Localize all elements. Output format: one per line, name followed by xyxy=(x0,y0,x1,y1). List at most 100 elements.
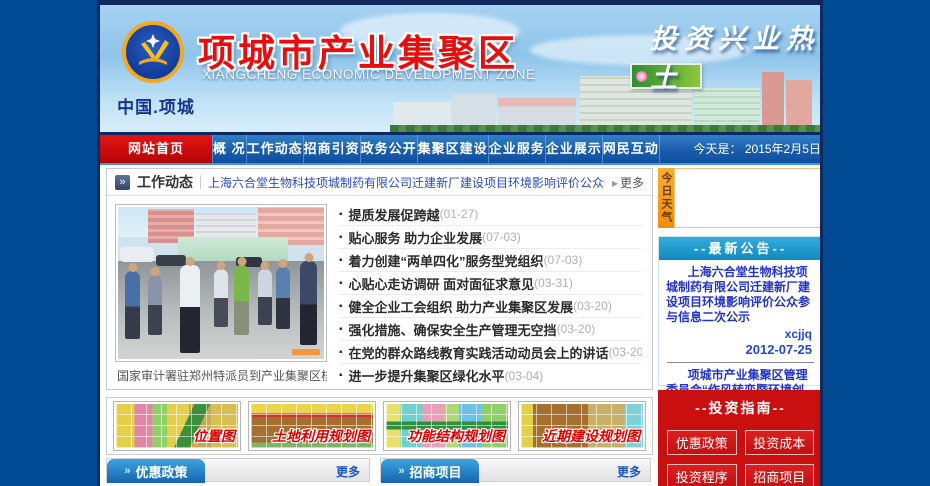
logo-caption: 中国.项城 xyxy=(106,93,206,118)
tab-preferential-policy[interactable]: » 优惠政策 xyxy=(107,459,205,483)
tab-label: 优惠政策 xyxy=(136,462,188,481)
photo-timestamp xyxy=(292,349,320,355)
banner-building xyxy=(452,94,496,126)
news-list: ▪ 提质发展促跨越 (01-27) ▪ 贴心服务 助力企业发展 (07-03) … xyxy=(339,203,642,387)
planning-maps-strip: 位置图 土地利用规划图 功能结构规划图 近期建设规划图 xyxy=(106,397,653,455)
map-label: 位置图 xyxy=(193,426,235,446)
bullet-icon: ▪ xyxy=(339,255,343,266)
button-investment-cost[interactable]: 投资成本 xyxy=(745,430,815,455)
section-header-band: » 优惠政策 更多 xyxy=(106,458,370,482)
news-list-item[interactable]: ▪ 着力创建“两单四化”服务型党组织 (07-03) xyxy=(339,249,642,272)
logo-emblem-icon xyxy=(131,30,175,74)
content-area: » 工作动态 上海六合堂生物科技项城制药有限公司迁建新厂建设项目环境影响评价公众… xyxy=(100,165,820,486)
work-news-section: » 工作动态 上海六合堂生物科技项城制药有限公司迁建新厂建设项目环境影响评价公众… xyxy=(106,168,653,390)
bullet-icon: ▪ xyxy=(339,370,343,381)
news-link: 强化措施、确保安全生产管理无空挡 xyxy=(349,320,557,339)
page-container: 中国.项城 项城市产业集聚区 XIANGCHENG ECONOMIC DEVEL… xyxy=(97,0,823,486)
news-date: (03-20) xyxy=(609,345,642,359)
nav-item-investment[interactable]: 招商引资 xyxy=(303,135,360,163)
map-label: 功能结构规划图 xyxy=(407,426,505,446)
news-date: (03-31) xyxy=(534,276,573,290)
nav-item-home[interactable]: 网站首页 xyxy=(100,135,212,163)
bullet-icon: ▪ xyxy=(339,301,343,312)
photo-storefront xyxy=(178,237,288,263)
news-list-item[interactable]: ▪ 在党的群众路线教育实践活动动员会上的讲话 (03-20) xyxy=(339,341,642,364)
nav-item-zone-construction[interactable]: 集聚区建设 xyxy=(417,135,488,163)
tab-arrow-icon: » xyxy=(398,465,404,477)
news-link: 健全企业工会组织 助力产业集聚区发展 xyxy=(349,297,574,316)
button-preferential-policy[interactable]: 优惠政策 xyxy=(667,430,737,455)
news-list-item[interactable]: ▪ 贴心服务 助力企业发展 (07-03) xyxy=(339,226,642,249)
photo-person xyxy=(148,275,162,335)
news-list-item[interactable]: ▪ 强化措施、确保安全生产管理无空挡 (03-20) xyxy=(339,318,642,341)
section-marker-icon: » xyxy=(115,175,130,190)
photo-person xyxy=(125,271,140,339)
weather-widget: 今日天气 xyxy=(658,168,823,228)
nav-item-overview[interactable]: 概 况 xyxy=(212,135,246,163)
map-thumbnail-land-use[interactable]: 土地利用规划图 xyxy=(248,401,376,451)
news-date: (03-20) xyxy=(573,299,612,313)
bullet-icon: ▪ xyxy=(339,232,343,243)
photo-person xyxy=(276,267,290,329)
news-date: (01-27) xyxy=(440,207,479,221)
work-news-header: » 工作动态 上海六合堂生物科技项城制药有限公司迁建新厂建设项目环境影响评价公众… xyxy=(107,169,652,196)
news-link: 在党的群众路线教育实践活动动员会上的讲话 xyxy=(349,343,609,362)
section-header-band: » 招商项目 更多 xyxy=(380,458,651,482)
news-list-item[interactable]: ▪ 提质发展促跨越 (01-27) xyxy=(339,203,642,226)
news-ticker-link[interactable]: 上海六合堂生物科技项城制药有限公司迁建新厂建设项目环境影响评价公众参与信息一次公… xyxy=(208,174,605,191)
bullet-icon: ▪ xyxy=(339,324,343,335)
site-subtitle: XIANGCHENG ECONOMIC DEVELOPMENT ZONE xyxy=(202,67,536,82)
news-list-item[interactable]: ▪ 进一步提升集聚区绿化水平 (03-04) xyxy=(339,364,642,387)
map-label: 近期建设规划图 xyxy=(542,426,640,446)
announcement-link[interactable]: 上海六合堂生物科技项城制药有限公司迁建新厂建设项目环境影响评价公众参与信息二次公… xyxy=(659,260,822,327)
news-date: (03-20) xyxy=(557,322,596,336)
investment-guide-section: --投资指南-- 优惠政策 投资成本 投资程序 招商项目 招商服务 标准化厂房 xyxy=(658,390,823,486)
map-label: 土地利用规划图 xyxy=(272,426,370,446)
work-news-more-link[interactable]: ▸更多 xyxy=(612,174,644,191)
button-investment-procedure[interactable]: 投资程序 xyxy=(667,464,737,486)
news-date: (07-03) xyxy=(544,253,583,267)
tab-arrow-icon: » xyxy=(124,465,130,477)
nav-item-gov-affairs[interactable]: 政务公开 xyxy=(360,135,417,163)
section-title: 工作动态 xyxy=(137,172,193,192)
photo-person xyxy=(234,265,249,335)
photo-person xyxy=(214,269,228,327)
button-investment-projects[interactable]: 招商项目 xyxy=(745,464,815,486)
nav-item-enterprise-service[interactable]: 企业服务 xyxy=(488,135,545,163)
news-date: (07-03) xyxy=(482,230,521,244)
news-list-item[interactable]: ▪ 健全企业工会组织 助力产业集聚区发展 (03-20) xyxy=(339,295,642,318)
tab-label: 招商项目 xyxy=(410,462,462,481)
weather-panel xyxy=(674,168,823,228)
map-thumbnail-location[interactable]: 位置图 xyxy=(113,401,241,451)
bullet-icon: ▪ xyxy=(339,278,343,289)
nav-item-enterprise-show[interactable]: 企业展示 xyxy=(545,135,602,163)
nav-item-interaction[interactable]: 网民互动 xyxy=(602,135,659,163)
bullet-icon: ▪ xyxy=(339,209,343,220)
latest-announcements-section: --最新公告-- 上海六合堂生物科技项城制药有限公司迁建新厂建设项目环境影响评价… xyxy=(658,236,823,386)
news-link: 进一步提升集聚区绿化水平 xyxy=(349,366,505,385)
photo-caption-link[interactable]: 国家审计署驻郑州特派员到产业集聚区核... xyxy=(117,367,327,384)
main-nav: 网站首页 概 况 工作动态 招商引资 政务公开 集聚区建设 企业服务 企业展示 … xyxy=(100,132,820,165)
news-list-item[interactable]: ▪ 心贴心走访调研 面对面征求意见 (03-31) xyxy=(339,272,642,295)
news-link: 着力创建“两单四化”服务型党组织 xyxy=(349,251,544,270)
photo-minibus xyxy=(120,247,154,262)
site-logo xyxy=(122,21,184,83)
map-thumbnail-function-structure[interactable]: 功能结构规划图 xyxy=(383,401,511,451)
news-date: (03-04) xyxy=(505,369,544,383)
weather-tab[interactable]: 今日天气 xyxy=(658,168,674,228)
investment-guide-buttons: 优惠政策 投资成本 投资程序 招商项目 招商服务 标准化厂房 xyxy=(667,430,814,486)
tab-investment-projects[interactable]: » 招商项目 xyxy=(381,459,479,483)
nav-item-work-news[interactable]: 工作动态 xyxy=(246,135,303,163)
announcements-title: --最新公告-- xyxy=(659,237,822,260)
preferential-policy-section: » 优惠政策 更多 xyxy=(106,458,370,486)
today-date: 今天是： 2015年2月5日星期四 xyxy=(659,135,823,163)
banner-building xyxy=(393,102,451,126)
investment-projects-more-link[interactable]: 更多 xyxy=(617,463,641,480)
investment-guide-title: --投资指南-- xyxy=(658,390,823,418)
preferential-policy-more-link[interactable]: 更多 xyxy=(336,463,360,480)
news-link: 提质发展促跨越 xyxy=(349,205,440,224)
photo-person xyxy=(300,261,317,345)
map-thumbnail-recent-construction[interactable]: 近期建设规划图 xyxy=(518,401,646,451)
news-photo[interactable] xyxy=(115,204,327,362)
photo-car xyxy=(156,255,186,266)
